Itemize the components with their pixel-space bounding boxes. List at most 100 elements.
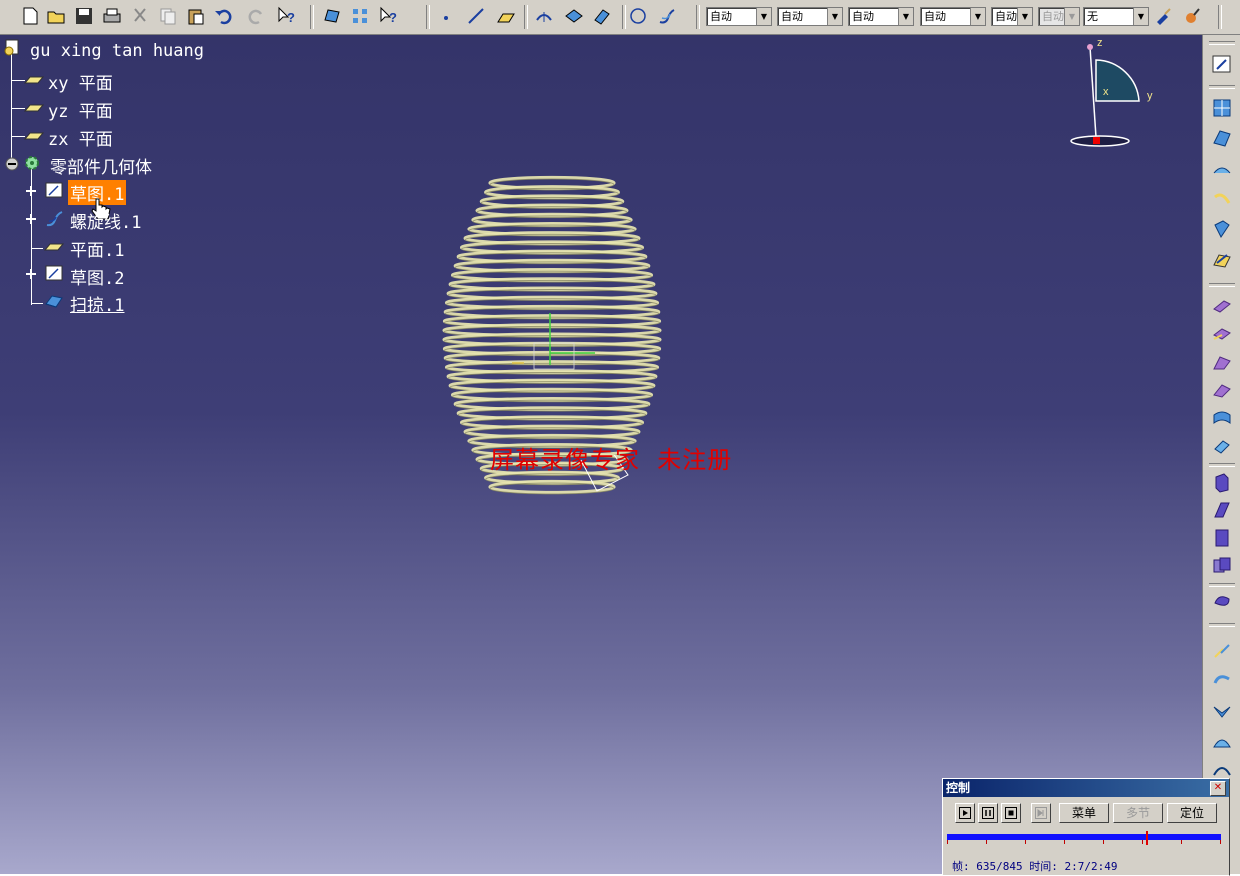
circle-icon[interactable] bbox=[628, 6, 648, 26]
tree-plane-xy[interactable]: xy 平面 bbox=[48, 69, 113, 94]
boundary-icon[interactable] bbox=[1211, 435, 1233, 457]
body-gear-icon[interactable] bbox=[22, 154, 42, 172]
compass-widget[interactable]: z x y bbox=[1062, 37, 1172, 157]
expand-plus-icon[interactable] bbox=[23, 266, 39, 282]
locate-button[interactable]: 定位 bbox=[1167, 803, 1217, 823]
line-type-dropdown[interactable]: 自动 ▼ bbox=[920, 7, 986, 26]
plane-tree-icon[interactable] bbox=[44, 238, 64, 256]
expand-plus-icon[interactable] bbox=[23, 211, 39, 227]
context-help-icon[interactable]: ? bbox=[378, 6, 398, 26]
playback-position-marker[interactable] bbox=[1146, 831, 1148, 845]
join-icon[interactable] bbox=[1211, 471, 1233, 493]
symmetry-icon[interactable] bbox=[1211, 699, 1233, 721]
helix-tree-icon[interactable] bbox=[44, 209, 64, 227]
fit-all-icon[interactable] bbox=[350, 6, 370, 26]
split-icon[interactable] bbox=[1211, 379, 1233, 401]
play-button[interactable] bbox=[955, 803, 975, 823]
plane-icon[interactable] bbox=[496, 6, 516, 26]
main-toolbar: ? ? 自动 ▼ 自动 ▼ 自动 ▼ 自动 ▼ 自动 ▼ 自动 ▼ 无 ▼ bbox=[0, 0, 1240, 35]
progress-tick bbox=[947, 840, 948, 844]
pause-button[interactable] bbox=[978, 803, 998, 823]
line-thickness-dropdown[interactable]: 自动 ▼ bbox=[848, 7, 914, 26]
svg-text:?: ? bbox=[389, 10, 397, 25]
sketcher-icon[interactable] bbox=[1211, 53, 1233, 75]
sweep-surface-icon[interactable] bbox=[44, 292, 64, 310]
sphere-icon[interactable] bbox=[1211, 159, 1233, 181]
extrude-surface-icon[interactable] bbox=[1211, 97, 1233, 119]
save-icon[interactable] bbox=[74, 6, 94, 26]
sketch-icon[interactable] bbox=[44, 264, 64, 282]
intersection-icon[interactable] bbox=[564, 6, 584, 26]
progress-tick bbox=[1103, 840, 1104, 844]
open-folder-icon[interactable] bbox=[46, 6, 66, 26]
tree-plane-zx[interactable]: zx 平面 bbox=[48, 125, 113, 150]
collapse-minus-icon[interactable] bbox=[3, 155, 21, 173]
line-icon[interactable] bbox=[466, 6, 486, 26]
sweep-icon[interactable] bbox=[1211, 249, 1233, 271]
print-icon[interactable] bbox=[102, 6, 122, 26]
translate-icon[interactable] bbox=[1211, 639, 1233, 661]
copy-icon[interactable] bbox=[158, 6, 178, 26]
painter-brush-icon[interactable] bbox=[1153, 6, 1173, 26]
expand-plus-icon[interactable] bbox=[23, 183, 39, 199]
next-frame-button[interactable] bbox=[1031, 803, 1051, 823]
point-symbol-dropdown-value: 自动 bbox=[995, 10, 1017, 23]
transparency-dropdown-value: 自动 bbox=[781, 10, 803, 23]
3d-viewport[interactable]: gu xing tan huang xy 平面 yz 平面 zx 平面 零部件几… bbox=[0, 35, 1202, 874]
untrim-icon[interactable] bbox=[1211, 527, 1233, 549]
tree-sweep-1[interactable]: 扫掠.1 bbox=[70, 291, 124, 316]
paste-icon[interactable] bbox=[186, 6, 206, 26]
transparency-dropdown[interactable]: 自动 ▼ bbox=[777, 7, 843, 26]
layer-dropdown[interactable]: 无 ▼ bbox=[1083, 7, 1149, 26]
tree-part-body[interactable]: 零部件几何体 bbox=[50, 153, 152, 178]
scaling-icon[interactable] bbox=[1211, 731, 1233, 753]
sketch-icon[interactable] bbox=[44, 181, 64, 199]
point-icon[interactable] bbox=[438, 6, 458, 26]
redo-icon[interactable] bbox=[246, 6, 266, 26]
point-symbol-dropdown[interactable]: 自动 ▼ bbox=[991, 7, 1033, 26]
control-title-bar[interactable]: 控制 ✕ bbox=[943, 779, 1229, 797]
part-document-icon[interactable] bbox=[2, 39, 22, 57]
project-icon[interactable] bbox=[534, 6, 554, 26]
fly-view-icon[interactable] bbox=[322, 6, 342, 26]
blend-icon[interactable] bbox=[1211, 351, 1233, 373]
offset-icon[interactable] bbox=[1211, 219, 1233, 241]
helix-icon[interactable] bbox=[656, 6, 676, 26]
healing-icon[interactable] bbox=[1211, 499, 1233, 521]
stop-icon bbox=[1005, 807, 1017, 819]
plane-zx-icon[interactable] bbox=[24, 127, 44, 145]
trim-icon[interactable] bbox=[1211, 407, 1233, 429]
stop-button[interactable] bbox=[1001, 803, 1021, 823]
plane-xy-icon[interactable] bbox=[24, 71, 44, 89]
plane-yz-icon[interactable] bbox=[24, 99, 44, 117]
new-file-icon[interactable] bbox=[20, 6, 40, 26]
shape-fillet-icon[interactable] bbox=[1211, 591, 1233, 613]
tree-root-label[interactable]: gu xing tan huang bbox=[30, 41, 204, 61]
revolve-icon[interactable] bbox=[1211, 127, 1233, 149]
layer-dropdown-value: 无 bbox=[1087, 10, 1098, 23]
color-dropdown[interactable]: 自动 ▼ bbox=[706, 7, 772, 26]
undo-icon[interactable] bbox=[214, 6, 234, 26]
parallel-curve-icon[interactable] bbox=[592, 6, 612, 26]
tree-plane-yz[interactable]: yz 平面 bbox=[48, 97, 113, 122]
multi-section-button[interactable]: 多节 bbox=[1113, 803, 1163, 823]
rendering-style-dropdown[interactable]: 自动 ▼ bbox=[1038, 7, 1080, 26]
svg-text:?: ? bbox=[287, 10, 295, 25]
rotate-icon[interactable] bbox=[1211, 669, 1233, 691]
tree-sketch-2[interactable]: 草图.2 bbox=[70, 264, 124, 289]
tree-plane-1[interactable]: 平面.1 bbox=[70, 236, 124, 261]
cylinder-icon[interactable] bbox=[1211, 189, 1233, 211]
tree-helix-1[interactable]: 螺旋线.1 bbox=[70, 208, 141, 233]
disassemble-icon[interactable] bbox=[1211, 555, 1233, 577]
recorder-watermark: 屏幕录像专家 未注册 bbox=[490, 446, 733, 474]
control-title: 控制 bbox=[946, 781, 971, 795]
menu-button[interactable]: 菜单 bbox=[1059, 803, 1109, 823]
whats-this-help-icon[interactable]: ? bbox=[276, 6, 296, 26]
fill-icon[interactable] bbox=[1211, 295, 1233, 317]
properties-painter-icon[interactable] bbox=[1182, 6, 1202, 26]
multi-sections-icon[interactable] bbox=[1211, 323, 1233, 345]
close-icon[interactable]: ✕ bbox=[1210, 781, 1226, 796]
play-icon bbox=[959, 807, 971, 819]
compass-y-label: y bbox=[1147, 90, 1153, 102]
cut-icon[interactable] bbox=[130, 6, 150, 26]
